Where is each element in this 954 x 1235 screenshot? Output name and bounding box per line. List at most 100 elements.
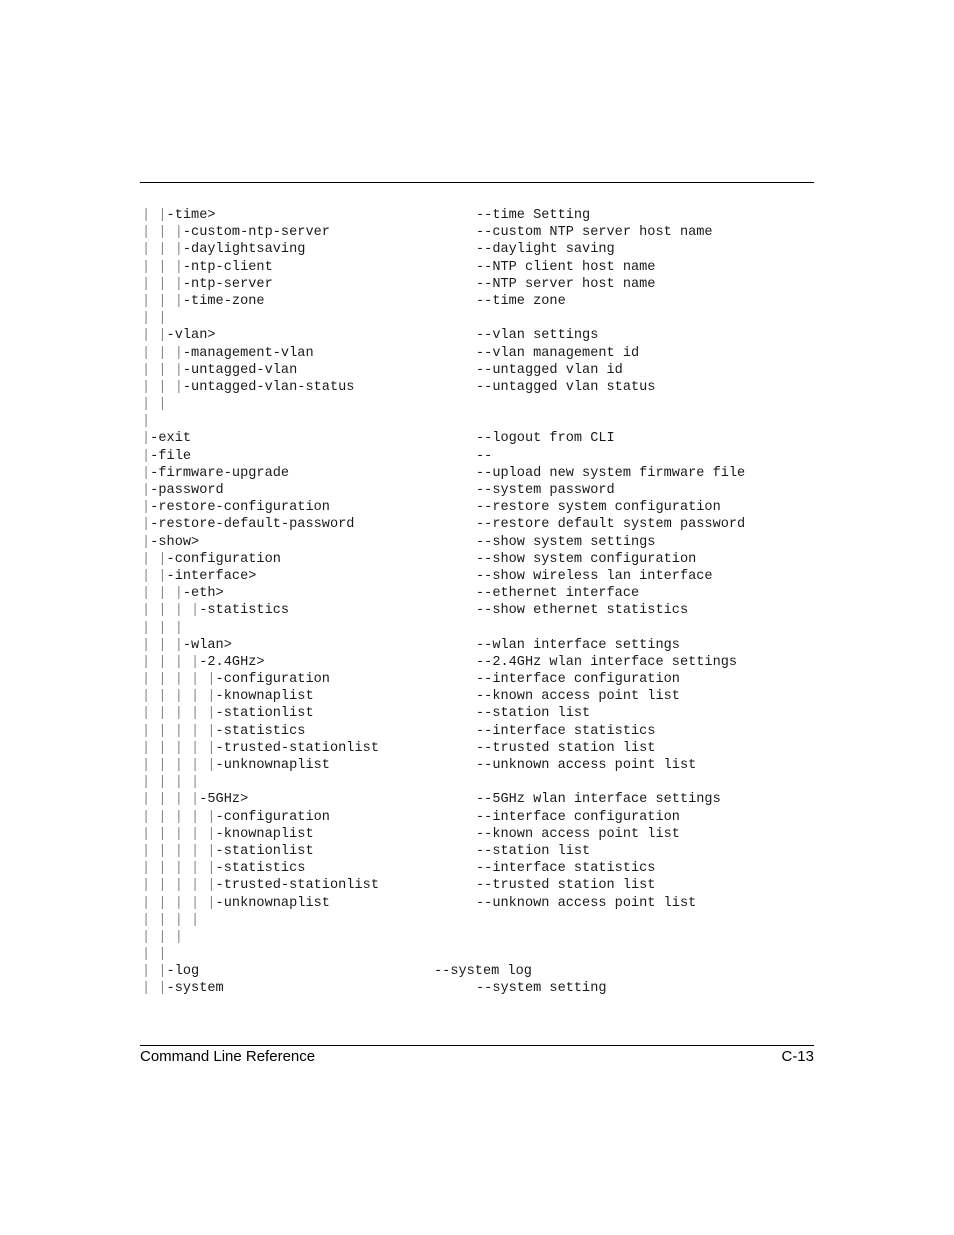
command-description: --2.4GHz wlan interface settings xyxy=(476,654,738,670)
tree-connector: | xyxy=(158,276,167,292)
page-footer: Command Line Reference C-13 xyxy=(140,1048,814,1065)
command-name: | | | | |-stationlist xyxy=(142,706,314,722)
tree-connector: | xyxy=(191,809,200,825)
tree-connector: | xyxy=(174,912,183,928)
tree-connector: | xyxy=(191,654,200,670)
tree-connector: | xyxy=(142,878,151,894)
command-name: | |-system xyxy=(142,981,224,997)
tree-connector: | xyxy=(142,465,151,481)
command-line: |-firmware-upgrade --upload new system fi… xyxy=(142,465,822,482)
command-line: |-password --system password xyxy=(142,482,822,499)
tree-connector: | xyxy=(142,775,151,791)
tree-connector: | xyxy=(207,843,216,859)
command-line: |-restore-configuration --restore system … xyxy=(142,499,822,516)
tree-connector: | xyxy=(191,672,200,688)
command-name: | | |-time-zone xyxy=(142,293,265,309)
command-name: |-password xyxy=(142,483,224,498)
tree-connector: | xyxy=(174,242,183,258)
tree-connector: | xyxy=(191,689,200,705)
tree-connector: | xyxy=(158,345,167,361)
command-name: | | |-ntp-server xyxy=(142,276,273,292)
tree-connector: | xyxy=(158,293,167,309)
command-line: | xyxy=(142,413,822,430)
footer-title: Command Line Reference xyxy=(140,1048,316,1065)
command-name: |-restore-default-password xyxy=(142,517,355,533)
command-name: | | |-ntp-client xyxy=(142,259,273,275)
tree-connector: | xyxy=(142,723,151,739)
tree-connector: | xyxy=(207,672,216,688)
tree-connector: | xyxy=(158,362,167,378)
command-name: | | |-wlan> xyxy=(142,637,232,653)
command-name: | |-configuration xyxy=(142,551,281,567)
tree-connector: | xyxy=(207,878,216,894)
tree-connector: | xyxy=(174,225,183,241)
command-line: | | |-daylightsaving --daylight saving xyxy=(142,241,822,258)
command-line: |-show> --show system settings xyxy=(142,534,822,551)
tree-connector: | xyxy=(158,689,167,705)
command-line: | | | | |-knownaplist --known access poin… xyxy=(142,826,822,843)
command-line: | | | |-2.4GHz> --2.4GHz wlan interface s… xyxy=(142,654,822,671)
tree-connector: | xyxy=(174,878,183,894)
tree-connector: | xyxy=(174,362,183,378)
command-line: | | | xyxy=(142,620,822,637)
tree-connector: | xyxy=(142,276,151,292)
command-line: | | | | |-statistics --interface statisti… xyxy=(142,723,822,740)
tree-connector: | xyxy=(142,672,151,688)
tree-connector: | xyxy=(158,551,167,567)
tree-connector: | xyxy=(142,654,151,670)
tree-connector: | xyxy=(158,878,167,894)
tree-connector: | xyxy=(142,792,151,808)
tree-connector: | xyxy=(174,775,183,791)
command-description: --vlan settings xyxy=(476,328,599,344)
tree-connector: | xyxy=(158,637,167,653)
command-line: | | |-custom-ntp-server --custom NTP serv… xyxy=(142,224,822,241)
tree-connector: | xyxy=(158,740,167,756)
tree-connector: | xyxy=(174,706,183,722)
command-description: --time zone xyxy=(476,293,566,309)
command-description: --custom NTP server host name xyxy=(476,225,713,241)
tree-connector: | xyxy=(207,809,216,825)
command-name: | | | | |-configuration xyxy=(142,809,330,825)
tree-connector: | xyxy=(158,259,167,275)
command-line: | | | | |-knownaplist --known access poin… xyxy=(142,688,822,705)
command-description: --time Setting xyxy=(476,208,591,223)
command-name: | | | | |-statistics xyxy=(142,861,306,877)
command-description: --trusted station list xyxy=(476,740,656,756)
command-line: |-file -- xyxy=(142,448,822,465)
command-line: | | xyxy=(142,310,822,327)
command-description: --NTP client host name xyxy=(476,259,656,275)
command-description: --known access point list xyxy=(476,826,680,842)
command-description: --interface configuration xyxy=(476,672,680,688)
tree-connector: | xyxy=(174,895,183,911)
command-description: -- xyxy=(476,448,493,464)
tree-connector: | xyxy=(191,740,200,756)
tree-connector: | xyxy=(142,311,151,327)
tree-connector: | xyxy=(142,758,151,773)
tree-connector: | xyxy=(191,895,200,911)
tree-connector: | xyxy=(142,689,151,705)
tree-connector: | xyxy=(158,895,167,911)
tree-connector: | xyxy=(207,895,216,911)
tree-connector: | xyxy=(207,723,216,739)
command-description: --restore default system password xyxy=(476,517,746,533)
tree-connector: | xyxy=(158,397,167,413)
command-line: | |-time> --time Setting xyxy=(142,207,822,224)
tree-connector: | xyxy=(142,586,151,602)
tree-connector: | xyxy=(158,706,167,722)
tree-connector: | xyxy=(191,603,200,619)
tree-connector: | xyxy=(158,809,167,825)
tree-connector: | xyxy=(158,775,167,791)
tree-connector: | xyxy=(191,758,200,773)
command-description: --known access point list xyxy=(476,689,680,705)
command-name: |-restore-configuration xyxy=(142,500,330,516)
command-line: | | | | xyxy=(142,912,822,929)
tree-connector: | xyxy=(142,809,151,825)
tree-connector: | xyxy=(142,328,151,344)
tree-connector: | xyxy=(142,964,151,980)
command-name: | | | | |-unknownaplist xyxy=(142,758,330,773)
command-line: | | |-wlan> --wlan interface settings xyxy=(142,637,822,654)
tree-connector: | xyxy=(158,843,167,859)
tree-connector: | xyxy=(207,826,216,842)
tree-connector: | xyxy=(158,328,167,344)
command-line: | | | | xyxy=(142,774,822,791)
